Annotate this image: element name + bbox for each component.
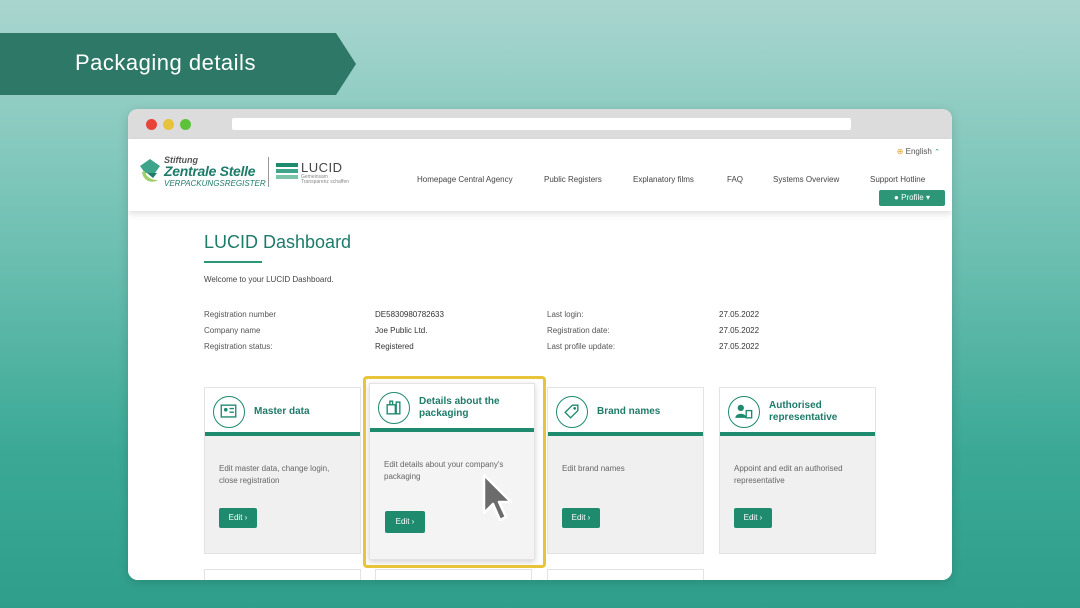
language-label: English [905,147,932,156]
nav-support-hotline[interactable]: Support Hotline [870,175,925,184]
tag-icon [556,396,588,428]
last-login-value: 27.05.2022 [719,310,760,319]
lucid-logo-tagline: Gemeinsam Transparenz schaffen [301,175,349,185]
last-profile-update-label: Last profile update: [547,342,616,351]
globe-icon: ⊕ [896,147,904,156]
card-header: Master data [205,388,360,436]
card-header: Details about the packaging [370,384,534,432]
zentrale-stelle-logo-icon [140,159,160,182]
card-stub [547,569,704,580]
chevron-right-icon: › [411,517,415,526]
logo-divider [268,157,269,187]
nav-homepage-central-agency[interactable]: Homepage Central Agency [417,175,513,184]
edit-label: Edit [395,517,410,526]
nav-public-registers[interactable]: Public Registers [544,175,602,184]
logo-text-line-2: Zentrale Stelle [164,163,256,179]
nav-systems-overview[interactable]: Systems Overview [773,175,839,184]
card-description: Edit brand names [562,464,625,473]
chevron-right-icon: › [244,513,248,522]
company-name-label: Company name [204,326,261,335]
edit-authorised-representative-button[interactable]: Edit › [734,508,772,528]
banner-title: Packaging details [75,50,256,75]
card-title: Details about the packaging [419,396,500,419]
representative-icon [728,396,760,428]
last-login-label: Last login: [547,310,584,319]
chevron-right-icon: › [759,513,763,522]
master-data-card: Master data Edit master data, change log… [204,387,361,554]
mouse-cursor-icon [482,473,513,522]
card-stub [204,569,361,580]
profile-label: Profile [901,193,924,202]
caret-down-icon: ▾ [925,193,930,202]
card-header: Brand names [548,388,703,436]
card-header: Authorised representative [720,388,875,436]
card-description: Appoint and edit an authorised represent… [734,464,843,485]
lucid-logo-word: LUCID [301,160,343,175]
edit-brand-names-button[interactable]: Edit › [562,508,600,528]
chevron-up-icon: ⌃ [934,149,940,156]
brand-names-card: Brand names Edit brand names Edit › [547,387,704,554]
logo-text-line-3: VERPACKUNGSREGISTER [164,179,266,188]
lucid-logo-icon [276,163,298,179]
edit-label: Edit [228,513,243,522]
user-icon: ● [893,193,899,202]
site-header: Stiftung Zentrale Stelle VERPACKUNGSREGI… [128,139,952,211]
title-banner: Packaging details [0,33,356,95]
nav-explanatory-films[interactable]: Explanatory films [633,175,694,184]
last-profile-update-value: 27.05.2022 [719,342,760,351]
lucid-logo[interactable]: LUCID Gemeinsam Transparenz schaffen [276,159,356,187]
zentrale-stelle-logo[interactable]: Stiftung Zentrale Stelle VERPACKUNGSREGI… [138,155,266,189]
nav-faq[interactable]: FAQ [727,175,743,184]
packaging-icon [378,392,410,424]
welcome-text: Welcome to your LUCID Dashboard. [204,275,334,284]
edit-label: Edit [743,513,758,522]
dashboard-content: LUCID Dashboard Welcome to your LUCID Da… [128,211,952,580]
language-selector[interactable]: ⊕ English ⌃ [897,147,940,156]
company-name-value: Joe Public Ltd. [375,326,428,335]
edit-label: Edit [571,513,586,522]
chevron-right-icon: › [587,513,591,522]
page-title: LUCID Dashboard [204,232,352,252]
card-title: Master data [254,406,310,417]
card-title: Brand names [597,406,661,417]
registration-date-value: 27.05.2022 [719,326,760,335]
card-title: Authorised representative [769,400,838,423]
registration-number-value: DE5830980782633 [375,310,444,319]
registration-status-value: Registered [375,342,414,351]
edit-master-data-button[interactable]: Edit › [219,508,257,528]
card-stub [375,569,532,580]
maximize-window-icon[interactable] [180,119,191,130]
registration-number-label: Registration number [204,310,277,319]
address-bar[interactable] [232,118,851,130]
registration-status-label: Registration status: [204,342,273,351]
lucid-tagline-line-2: Transparenz schaffen [301,179,350,185]
title-underline [204,261,262,263]
browser-window: Stiftung Zentrale Stelle VERPACKUNGSREGI… [128,109,952,580]
registration-date-label: Registration date: [547,326,610,335]
card-description: Edit master data, change login, close re… [219,464,330,485]
packaging-details-card: Details about the packaging Edit details… [369,383,535,560]
id-card-icon [213,396,245,428]
browser-toolbar [128,109,952,139]
authorised-representative-card: Authorised representative Appoint and ed… [719,387,876,554]
edit-packaging-button[interactable]: Edit › [385,511,425,533]
minimize-window-icon[interactable] [163,119,174,130]
close-window-icon[interactable] [146,119,157,130]
profile-button[interactable]: ● Profile ▾ [879,190,945,206]
